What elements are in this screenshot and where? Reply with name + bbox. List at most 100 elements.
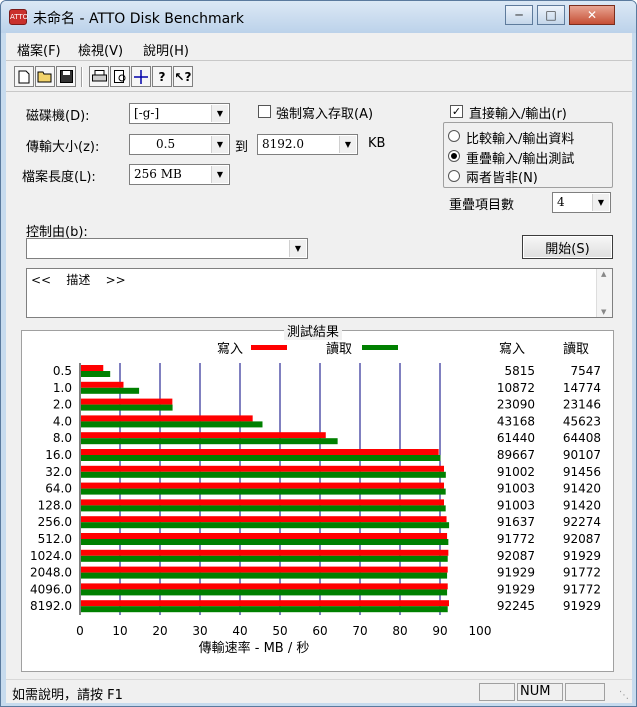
chevron-down-icon: ▼ (592, 194, 609, 211)
write-value-label: 43168 (497, 414, 535, 428)
category-label: 1024.0 (30, 549, 72, 563)
x-tick-label: 30 (192, 624, 207, 638)
transfer-to-select[interactable]: 8192.0 ▼ (257, 134, 358, 155)
x-tick-label: 20 (152, 624, 167, 638)
read-bar (81, 438, 338, 445)
open-button[interactable] (35, 66, 55, 87)
queue-depth-label: 重疊項目數 (449, 198, 515, 213)
read-value-label: 91929 (563, 549, 601, 563)
print-preview-button[interactable] (110, 66, 130, 87)
write-value-label: 92245 (497, 599, 535, 613)
read-bar (81, 471, 446, 478)
read-bar (81, 555, 448, 562)
results-chart: 寫入 讀取 寫入 讀取 0.5 5815 7547 1.0 10872 14774 2.0 23090… (30, 341, 601, 656)
x-tick-label: 100 (469, 624, 492, 638)
status-bar: 如需說明，請按 F1 NUM ⋱ (6, 679, 632, 703)
read-value-label: 14774 (563, 381, 601, 395)
category-label: 8.0 (53, 431, 72, 445)
menu-view[interactable]: 檢視(V) (78, 40, 123, 59)
description-scrollbar[interactable]: ▲ ▼ (596, 269, 612, 317)
close-icon: ✕ (586, 8, 598, 22)
close-button[interactable]: ✕ (569, 5, 615, 25)
category-label: 2048.0 (30, 566, 72, 580)
start-button[interactable]: 開始(S) (522, 235, 613, 259)
scroll-down-icon: ▼ (601, 308, 607, 316)
menu-bar: 檔案(F) 檢視(V) 說明(H) (6, 33, 632, 61)
compare-io-radio[interactable] (448, 130, 460, 142)
description-box[interactable]: << 描述 >> ▲ ▼ (26, 268, 613, 318)
write-value-label: 91003 (497, 482, 535, 496)
chevron-down-icon: ▼ (289, 240, 306, 257)
toolbar-separator (81, 67, 83, 87)
write-value-label: 92087 (497, 549, 535, 563)
write-bar (81, 600, 449, 607)
read-bar (81, 572, 448, 579)
write-value-label: 91929 (497, 582, 535, 596)
file-length-select[interactable]: 256 MB ▼ (129, 164, 230, 185)
about-button[interactable]: ? (152, 66, 172, 87)
read-bar (81, 539, 449, 545)
queue-depth-select[interactable]: 4 ▼ (552, 192, 611, 213)
title-bar[interactable]: ATTO 未命名 - ATTO Disk Benchmark ─ □ ✕ (1, 1, 636, 33)
read-value-label: 64408 (563, 431, 601, 445)
read-value-label: 92274 (563, 515, 601, 529)
neither-label: 兩者皆非(N) (466, 171, 538, 186)
file-length-value: 256 MB (134, 167, 182, 181)
write-value-label: 89667 (497, 448, 535, 462)
print-preview-icon (113, 69, 125, 83)
write-bar (81, 381, 124, 388)
drive-select[interactable]: [-g-] ▼ (129, 103, 230, 124)
category-label: 8192.0 (30, 599, 72, 613)
read-value-label: 23146 (563, 398, 601, 412)
write-bar (81, 482, 445, 489)
write-value-label: 5815 (504, 364, 535, 378)
move-button[interactable] (131, 66, 151, 87)
save-button[interactable] (56, 66, 76, 87)
context-help-button[interactable]: ↖? (173, 66, 193, 87)
legend-read-label: 讀取 (326, 342, 352, 357)
save-icon (59, 70, 73, 83)
results-title: 測試結果 (284, 321, 343, 340)
read-value-label: 91772 (563, 582, 601, 596)
read-bar (81, 387, 140, 394)
minimize-button[interactable]: ─ (505, 5, 533, 25)
write-value-label: 23090 (497, 398, 535, 412)
write-bar (81, 516, 447, 523)
help-icon: ? (158, 69, 166, 84)
read-bar (81, 522, 450, 529)
write-bar (81, 499, 445, 506)
write-value-label: 91772 (497, 532, 535, 546)
force-write-checkbox[interactable] (258, 105, 271, 118)
context-help-icon: ↖? (174, 69, 192, 84)
chevron-down-icon: ▼ (211, 136, 228, 153)
read-bar (81, 488, 446, 495)
category-label: 512.0 (38, 532, 72, 546)
menu-file[interactable]: 檔案(F) (17, 40, 61, 59)
print-button[interactable] (89, 66, 109, 87)
menu-help[interactable]: 說明(H) (143, 40, 189, 59)
description-text: << 描述 >> (31, 273, 126, 287)
read-bar (81, 505, 446, 512)
transfer-from-select[interactable]: 0.5 ▼ (129, 134, 230, 155)
minimize-icon: ─ (515, 8, 523, 22)
controlled-by-select[interactable]: ▼ (26, 238, 308, 259)
start-button-label: 開始(S) (545, 241, 590, 257)
resize-grip-icon[interactable]: ⋱ (619, 690, 629, 701)
status-pane-scroll (565, 683, 605, 701)
read-value-label: 90107 (563, 448, 601, 462)
category-label: 4.0 (53, 414, 72, 428)
write-bar (81, 398, 173, 405)
read-value-label: 45623 (563, 414, 601, 428)
direct-io-checkbox[interactable]: ✓ (450, 105, 463, 118)
status-help-text: 如需說明，請按 F1 (12, 688, 123, 703)
maximize-button[interactable]: □ (537, 5, 565, 25)
overlapped-io-radio[interactable] (448, 150, 460, 162)
neither-radio[interactable] (448, 170, 460, 182)
app-window: ATTO 未命名 - ATTO Disk Benchmark ─ □ ✕ 檔案(… (0, 0, 637, 707)
write-bar (81, 415, 253, 422)
drive-label: 磁碟機(D): (26, 109, 90, 124)
new-button[interactable] (14, 66, 34, 87)
read-value-label: 7547 (570, 364, 601, 378)
write-value-label: 10872 (497, 381, 535, 395)
x-tick-label: 10 (112, 624, 127, 638)
